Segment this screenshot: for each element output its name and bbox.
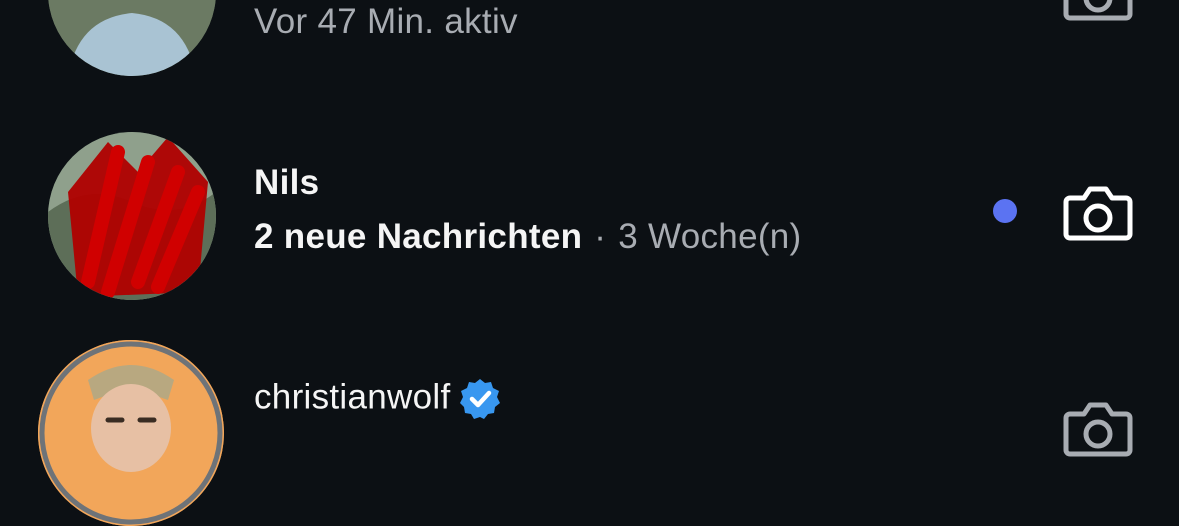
camera-icon[interactable]: [1062, 0, 1134, 24]
separator: ·: [594, 217, 607, 256]
camera-icon[interactable]: [1062, 396, 1134, 460]
conversation-name: christianwolf: [254, 377, 451, 417]
message-preview: 2 neue Nachrichten: [254, 217, 583, 256]
conversation-name-row: christianwolf: [254, 377, 502, 421]
verified-badge-icon: [460, 379, 501, 419]
unread-indicator: [993, 199, 1017, 223]
timestamp: 3 Woche(n): [618, 217, 802, 256]
conversation-row-christianwolf[interactable]: christianwolf: [0, 330, 1179, 526]
conversation-row-nils[interactable]: Nils 2 neue Nachrichten · 3 Woche(n): [0, 110, 1179, 330]
camera-icon[interactable]: [1062, 180, 1134, 244]
conversation-row-1[interactable]: Vor 47 Min. aktiv: [0, 0, 1179, 110]
active-status: Vor 47 Min. aktiv: [254, 2, 518, 41]
conversation-preview: 2 neue Nachrichten · 3 Woche(n): [254, 217, 802, 257]
avatar: [48, 0, 216, 76]
avatar: [38, 340, 224, 526]
conversation-name: Nils: [254, 163, 320, 202]
avatar: [48, 132, 216, 300]
